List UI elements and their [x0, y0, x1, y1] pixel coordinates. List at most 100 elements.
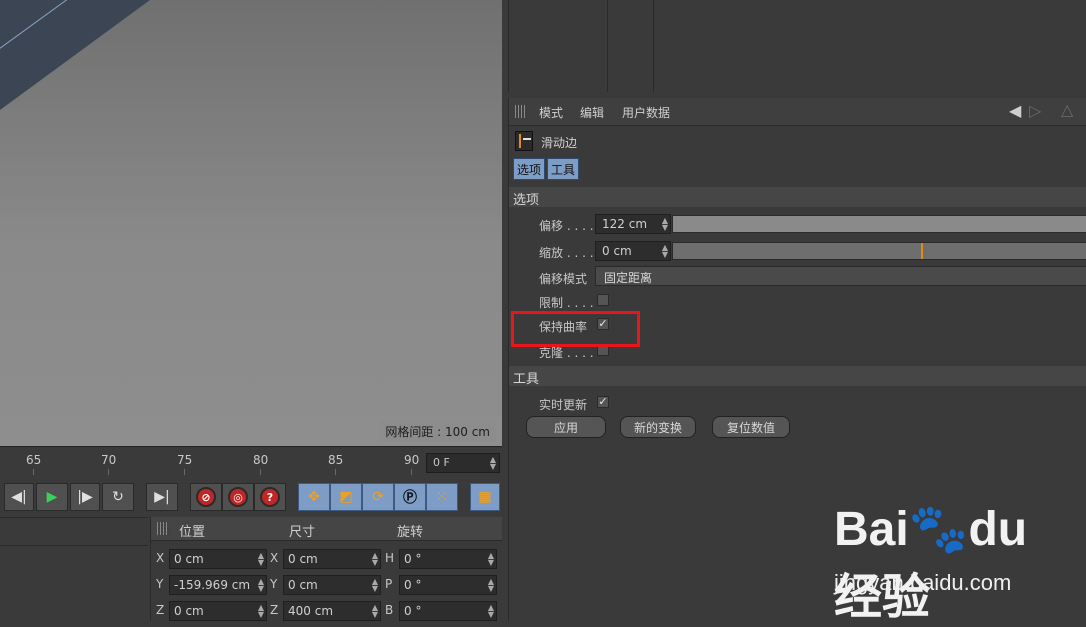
- forward-arrow-icon[interactable]: ▷: [1029, 101, 1041, 120]
- scale-tool-button[interactable]: ◩: [330, 483, 362, 511]
- axis-label: P: [385, 577, 393, 591]
- position-x-field[interactable]: 0 cm ▲ ▼: [169, 549, 267, 569]
- rotation-h-field[interactable]: 0 ° ▲ ▼: [399, 549, 497, 569]
- left-bottom-panel: [0, 517, 148, 621]
- timeline-tick-label: 65: [26, 453, 42, 467]
- axis-label: Y: [156, 577, 164, 591]
- grid-spacing-label: 网格间距 : 100 cm: [379, 421, 496, 442]
- spinner-icon[interactable]: ▲ ▼: [258, 552, 264, 567]
- size-z-field[interactable]: 400 cm ▲ ▼: [283, 601, 381, 621]
- menu-edit[interactable]: 编辑: [580, 104, 604, 121]
- parameter-icon: Ⓟ: [403, 490, 417, 506]
- size-x-field[interactable]: 0 cm ▲ ▼: [283, 549, 381, 569]
- offset-slider[interactable]: [672, 215, 1086, 233]
- slide-edge-tool-icon: [515, 131, 533, 151]
- loop-icon: ↻: [112, 489, 124, 505]
- go-end-button[interactable]: ▶|: [146, 483, 178, 511]
- current-frame-value: 0 F: [433, 456, 450, 469]
- rotate-tool-button[interactable]: ⟳: [362, 483, 394, 511]
- back-arrow-icon[interactable]: ◀: [1009, 101, 1021, 120]
- spinner-icon[interactable]: ▲ ▼: [372, 578, 378, 593]
- timeline-tick: [33, 469, 34, 475]
- size-y-field[interactable]: 0 cm ▲ ▼: [283, 575, 381, 595]
- timeline-tick-label: 70: [101, 453, 117, 467]
- go-previous-key-button[interactable]: ◀|: [4, 483, 34, 511]
- move-tool-button[interactable]: ✥: [298, 483, 330, 511]
- spinner-icon[interactable]: ▲ ▼: [258, 604, 264, 619]
- offset-mode-dropdown[interactable]: 固定距离: [595, 266, 1086, 286]
- menu-user-data[interactable]: 用户数据: [622, 104, 670, 121]
- spinner-icon[interactable]: ▲ ▼: [490, 456, 496, 471]
- record-key-button[interactable]: ⊘: [190, 483, 222, 511]
- coordinate-row-x: X 0 cm ▲ ▼ X 0 cm ▲ ▼ H 0 ° ▲ ▼: [151, 547, 503, 571]
- go-next-key-button[interactable]: |▶: [70, 483, 100, 511]
- scale-slider[interactable]: [672, 242, 1086, 260]
- rotate-icon: ⟳: [372, 489, 384, 505]
- grip-icon[interactable]: [157, 522, 169, 535]
- transport-toolbar: ◀| ▶ |▶ ↻ ▶| ⊘ ◎ ? ✥ ◩ ⟳ Ⓟ ⁙ ▦: [0, 477, 502, 517]
- axis-label: Z: [156, 603, 165, 617]
- spinner-icon[interactable]: ▲ ▼: [662, 244, 668, 259]
- auto-key-button[interactable]: ◎: [222, 483, 254, 511]
- axis-label: X: [156, 551, 165, 565]
- section-tool-header: 工具: [509, 366, 1086, 387]
- field-value: 0 cm: [174, 604, 204, 618]
- current-frame-field[interactable]: 0 F ▲ ▼: [426, 453, 500, 473]
- scale-label: 缩放 . . . .: [539, 246, 594, 260]
- play-button[interactable]: ▶: [36, 483, 68, 511]
- record-key-icon: ⊘: [196, 487, 216, 507]
- timeline-tick-label: 75: [177, 453, 193, 467]
- points-button[interactable]: ⁙: [426, 483, 458, 511]
- position-z-field[interactable]: 0 cm ▲ ▼: [169, 601, 267, 621]
- film-icon: ▦: [478, 489, 492, 505]
- scale-field[interactable]: 0 cm ▲ ▼: [595, 241, 671, 261]
- timeline-tick-label: 90: [404, 453, 420, 467]
- coordinate-row-y: Y -159.969 cm ▲ ▼ Y 0 cm ▲ ▼ P 0 ° ▲ ▼: [151, 573, 503, 597]
- spinner-icon[interactable]: ▲ ▼: [488, 604, 494, 619]
- timeline-tick: [260, 469, 261, 475]
- realtime-update-label: 实时更新: [539, 398, 588, 412]
- field-value: 400 cm: [288, 604, 334, 618]
- help-button[interactable]: ?: [254, 483, 286, 511]
- apply-button[interactable]: 应用: [526, 416, 606, 438]
- tab-tool[interactable]: 工具: [547, 158, 580, 180]
- reset-values-button[interactable]: 复位数值: [712, 416, 790, 438]
- auto-key-icon: ◎: [228, 487, 248, 507]
- position-y-field[interactable]: -159.969 cm ▲ ▼: [169, 575, 267, 595]
- column-divider: [653, 0, 654, 92]
- axis-label: B: [385, 603, 394, 617]
- timeline-ruler[interactable]: 65 70 75 80 85 90 0 F ▲ ▼: [0, 446, 502, 476]
- menu-mode[interactable]: 模式: [539, 104, 563, 121]
- new-transform-button[interactable]: 新的变换: [620, 416, 696, 438]
- spinner-icon[interactable]: ▲ ▼: [488, 552, 494, 567]
- 3d-viewport[interactable]: 网格间距 : 100 cm: [0, 0, 502, 446]
- scale-slider-marker[interactable]: [920, 243, 923, 259]
- field-value: 0 cm: [288, 552, 318, 566]
- loop-button[interactable]: ↻: [102, 483, 134, 511]
- up-arrow-icon[interactable]: △: [1061, 100, 1073, 119]
- spinner-icon[interactable]: ▲ ▼: [372, 604, 378, 619]
- coordinate-row-z: Z 0 cm ▲ ▼ Z 400 cm ▲ ▼ B 0 ° ▲ ▼: [151, 599, 503, 623]
- offset-field[interactable]: 122 cm ▲ ▼: [595, 214, 671, 234]
- tab-options[interactable]: 选项: [513, 158, 546, 180]
- grip-icon[interactable]: [515, 105, 527, 118]
- spinner-icon[interactable]: ▲ ▼: [488, 578, 494, 593]
- rotation-p-field[interactable]: 0 ° ▲ ▼: [399, 575, 497, 595]
- parameter-button[interactable]: Ⓟ: [394, 483, 426, 511]
- go-end-icon: ▶|: [154, 489, 170, 505]
- axis-label: H: [385, 551, 395, 565]
- next-key-icon: |▶: [77, 489, 93, 505]
- realtime-update-checkbox[interactable]: ✓: [597, 396, 609, 408]
- offset-mode-label: 偏移模式: [539, 272, 588, 286]
- coordinates-header: 位置 尺寸 旋转: [151, 517, 502, 541]
- left-bottom-header: [0, 518, 148, 546]
- spinner-icon[interactable]: ▲ ▼: [372, 552, 378, 567]
- spinner-icon[interactable]: ▲ ▼: [662, 217, 668, 232]
- rotation-b-field[interactable]: 0 ° ▲ ▼: [399, 601, 497, 621]
- baidu-jingyan-watermark: Bai🐾du 经验 jingyan.baidu.com: [830, 500, 1086, 624]
- field-value: 0 °: [404, 604, 422, 618]
- limit-checkbox[interactable]: [597, 294, 609, 306]
- watermark-url: jingyan.baidu.com: [834, 570, 1012, 595]
- film-button[interactable]: ▦: [470, 483, 500, 511]
- spinner-icon[interactable]: ▲ ▼: [258, 578, 264, 593]
